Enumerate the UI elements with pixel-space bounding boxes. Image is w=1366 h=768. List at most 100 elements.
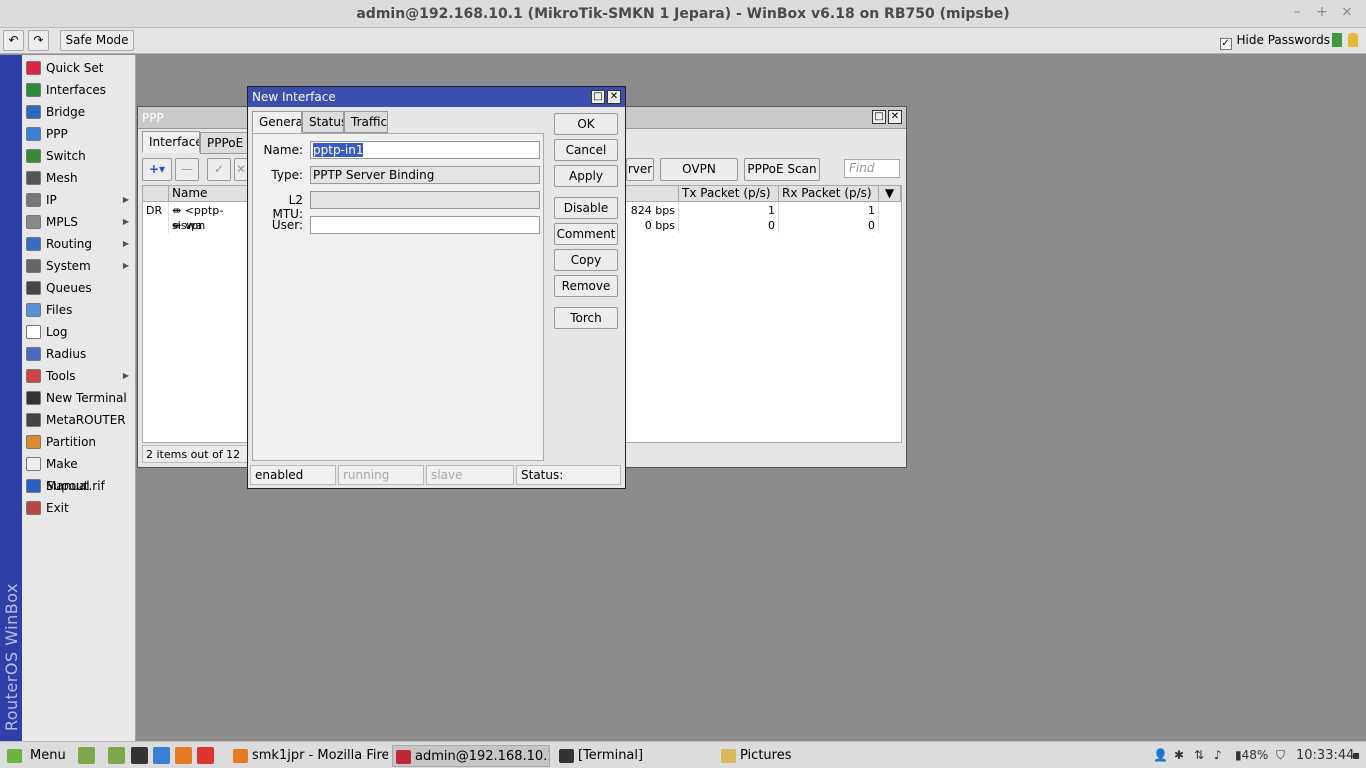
column-header-tx[interactable] <box>623 186 679 202</box>
sidebar-item-radius[interactable]: Radius <box>22 343 135 365</box>
files-icon <box>26 303 41 317</box>
hide-passwords-checkbox[interactable]: ✓ <box>1219 38 1232 50</box>
torch-button[interactable]: Torch <box>554 307 618 329</box>
start-menu-button[interactable]: Menu <box>4 745 70 767</box>
chromium-icon[interactable] <box>153 747 170 764</box>
sidebar-item-bridge[interactable]: Bridge <box>22 101 135 123</box>
apply-button[interactable]: Apply <box>554 165 618 187</box>
hide-passwords-toggle[interactable]: ✓ Hide Passwords <box>1219 33 1330 50</box>
task-terminal[interactable]: [Terminal] <box>556 745 714 767</box>
tab-status[interactable]: Status <box>302 111 344 133</box>
user-icon[interactable]: 👤 <box>1153 748 1168 762</box>
sidebar-item-system[interactable]: System ▶ <box>22 255 135 277</box>
sidebar-item-ppp[interactable]: PPP <box>22 123 135 145</box>
remove-button[interactable]: Remove <box>554 275 618 297</box>
ppp-icon <box>26 127 41 141</box>
sidebar-item-routing[interactable]: Routing ▶ <box>22 233 135 255</box>
maximize-button[interactable]: + <box>1313 4 1331 20</box>
sidebar-item-make-supout-rif[interactable]: Make Supout.rif <box>22 453 135 493</box>
running-status: running <box>338 465 424 485</box>
sidebar-item-label: Switch <box>46 149 86 163</box>
enabled-status: enabled <box>250 465 336 485</box>
column-header-tx-packet[interactable]: Tx Packet (p/s) <box>679 186 779 202</box>
minimize-button[interactable]: – <box>1288 4 1306 20</box>
item-count-status: 2 items out of 12 <box>142 445 262 463</box>
ppp-close-icon[interactable]: ✕ <box>888 110 902 124</box>
battery-indicator[interactable]: ▮48% <box>1235 748 1268 762</box>
disable-button[interactable]: ✕ <box>234 158 248 181</box>
radius-icon <box>26 347 41 361</box>
winbox-task-icon <box>396 750 411 764</box>
volume-icon[interactable]: ♪ <box>1214 748 1222 762</box>
tab-interface[interactable]: Interface <box>142 131 200 153</box>
sidebar-item-files[interactable]: Files <box>22 299 135 321</box>
sidebar-item-mpls[interactable]: MPLS ▶ <box>22 211 135 233</box>
network-icon[interactable]: ⇅ <box>1194 748 1204 762</box>
shield-icon[interactable]: ⛉ <box>1276 748 1285 763</box>
sidebar-item-label: System <box>46 259 91 273</box>
sidebar-item-tools[interactable]: Tools ▶ <box>22 365 135 387</box>
ppp-maximize-icon[interactable]: □ <box>872 110 886 124</box>
sidebar-item-label: Queues <box>46 281 92 295</box>
comment-button[interactable]: Comment <box>554 223 618 245</box>
undo-button[interactable]: ↶ <box>3 30 24 51</box>
row-name: ⇼ vpn <box>169 218 249 233</box>
column-header-rx-packet[interactable]: Rx Packet (p/s) <box>779 186 879 202</box>
safe-mode-button[interactable]: Safe Mode <box>60 30 134 51</box>
mesh-icon <box>26 171 41 185</box>
task-pictures[interactable]: Pictures <box>718 745 876 767</box>
terminal-icon[interactable] <box>131 747 148 764</box>
undo-icon: ↶ <box>8 33 19 47</box>
add-button[interactable]: +▾ <box>142 158 172 181</box>
show-desktop-icon[interactable] <box>78 747 95 764</box>
vivaldi-icon[interactable] <box>197 747 214 764</box>
desktop-corner-icon[interactable]: ▪ <box>1352 748 1360 762</box>
tab-traffic[interactable]: Traffic <box>344 111 388 133</box>
pppoe-scan-button[interactable]: PPPoE Scan <box>744 158 820 181</box>
sidebar-item-quick-set[interactable]: Quick Set <box>22 57 135 79</box>
column-header-name[interactable]: Name <box>169 186 249 202</box>
cancel-button[interactable]: Cancel <box>554 139 618 161</box>
task-winbox[interactable]: admin@192.168.10.1... <box>392 745 550 767</box>
copy-button[interactable]: Copy <box>554 249 618 271</box>
sidebar-item-manual[interactable]: Manual <box>22 475 135 497</box>
sidebar-item-exit[interactable]: Exit <box>22 497 135 519</box>
tab-general[interactable]: General <box>252 111 302 133</box>
file-manager-icon[interactable] <box>108 747 125 764</box>
sidebar-item-switch[interactable]: Switch <box>22 145 135 167</box>
bluetooth-icon[interactable]: ✱ <box>1174 748 1184 762</box>
quick-set-icon <box>26 61 41 75</box>
column-header-flags[interactable] <box>143 186 169 202</box>
sidebar-item-interfaces[interactable]: Interfaces <box>22 79 135 101</box>
chevron-right-icon: ▶ <box>122 195 129 204</box>
name-input[interactable]: pptp-in1 <box>310 141 540 159</box>
enable-button[interactable]: ✓ <box>207 158 231 181</box>
find-input[interactable]: Find <box>844 159 900 178</box>
sidebar-item-log[interactable]: Log <box>22 321 135 343</box>
supout-icon <box>26 457 41 471</box>
sidebar-item-queues[interactable]: Queues <box>22 277 135 299</box>
clock[interactable]: 10:33:44 <box>1296 748 1354 763</box>
sidebar-item-ip[interactable]: IP ▶ <box>22 189 135 211</box>
user-input[interactable] <box>310 216 540 234</box>
sidebar-item-metarouter[interactable]: MetaROUTER <box>22 409 135 431</box>
task-firefox[interactable]: smk1jpr - Mozilla Fire... <box>230 745 388 767</box>
disable-button[interactable]: Disable <box>554 197 618 219</box>
folder-task-icon <box>721 749 736 763</box>
close-button[interactable]: × <box>1338 4 1356 20</box>
sidebar-item-partition[interactable]: Partition <box>22 431 135 453</box>
firefox-icon[interactable] <box>175 747 192 764</box>
sidebar-item-new-terminal[interactable]: New Terminal <box>22 387 135 409</box>
remove-button[interactable]: — <box>175 158 199 181</box>
columns-menu-icon[interactable]: ▼ <box>879 186 901 202</box>
row-flags: DR <box>143 203 169 218</box>
tools-icon <box>26 369 41 383</box>
dialog-maximize-icon[interactable]: □ <box>591 90 605 104</box>
tab-pppoe-servers[interactable]: PPPoE Se <box>200 132 248 154</box>
dialog-close-icon[interactable]: ✕ <box>607 90 621 104</box>
ovpn-server-button[interactable]: OVPN Server <box>660 158 738 197</box>
pptp-server-button[interactable]: rver <box>626 158 654 181</box>
redo-button[interactable]: ↷ <box>28 30 49 51</box>
ok-button[interactable]: OK <box>554 113 618 135</box>
sidebar-item-mesh[interactable]: Mesh <box>22 167 135 189</box>
